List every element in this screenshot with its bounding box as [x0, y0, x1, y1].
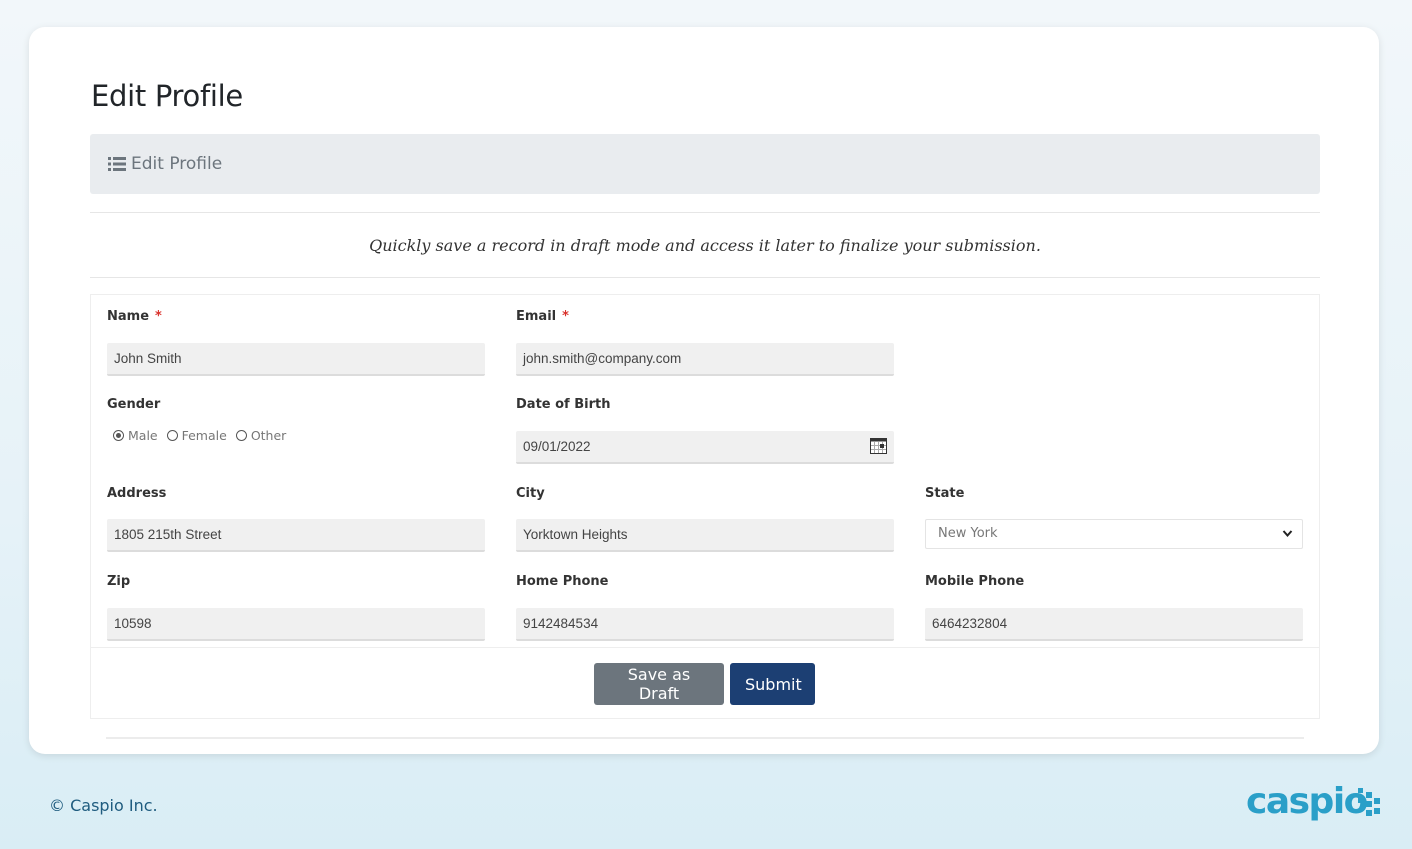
radio-unchecked-icon[interactable]	[235, 430, 247, 441]
email-label: Email *	[516, 309, 569, 324]
email-input[interactable]: john.smith@company.com	[516, 343, 894, 376]
state-select[interactable]: New York	[925, 519, 1303, 549]
logo-dots-icon	[1358, 788, 1380, 816]
state-selected-value: New York	[938, 526, 998, 541]
radio-label: Female	[181, 428, 227, 443]
address-input[interactable]: 1805 215th Street	[107, 519, 485, 552]
gender-radio-group: Male Female Other	[113, 428, 295, 443]
panel-title: Edit Profile	[131, 154, 223, 174]
state-label: State	[925, 486, 965, 501]
email-label-text: Email	[516, 309, 557, 324]
radio-label: Male	[128, 428, 158, 443]
gender-label: Gender	[107, 397, 161, 412]
panel-header: Edit Profile	[90, 134, 1320, 194]
city-input[interactable]: Yorktown Heights	[516, 519, 894, 552]
address-label: Address	[107, 486, 167, 501]
required-marker: *	[562, 309, 569, 324]
submit-button[interactable]: Submit	[730, 663, 815, 705]
home-phone-input[interactable]: 9142484534	[516, 608, 894, 641]
mobile-phone-input[interactable]: 6464232804	[925, 608, 1303, 641]
page-title: Edit Profile	[91, 79, 243, 113]
divider	[106, 737, 1304, 739]
form-card: Edit Profile Edit Profile Quickly save a…	[29, 27, 1379, 754]
gender-radio-other[interactable]: Other	[235, 428, 287, 443]
name-label-text: Name	[107, 309, 150, 324]
button-row: Save as Draft Submit	[90, 647, 1320, 720]
footer-copyright: © Caspio Inc.	[49, 796, 158, 815]
radio-checked-icon[interactable]	[113, 430, 124, 441]
intro-text: Quickly save a record in draft mode and …	[90, 212, 1320, 278]
zip-label: Zip	[107, 574, 131, 589]
dob-input[interactable]: 09/01/2022	[516, 431, 894, 464]
name-label: Name *	[107, 309, 162, 324]
radio-label: Other	[250, 428, 287, 443]
list-icon	[108, 157, 126, 171]
calendar-icon[interactable]	[870, 438, 887, 454]
zip-input[interactable]: 10598	[107, 608, 485, 641]
caspio-logo[interactable]: caspio	[1246, 780, 1382, 826]
gender-radio-male[interactable]: Male	[113, 428, 158, 443]
mobile-phone-label: Mobile Phone	[925, 574, 1025, 589]
dob-label: Date of Birth	[516, 397, 611, 412]
chevron-down-icon	[1282, 530, 1293, 538]
name-input[interactable]: John Smith	[107, 343, 485, 376]
city-label: City	[516, 486, 545, 501]
home-phone-label: Home Phone	[516, 574, 609, 589]
gender-radio-female[interactable]: Female	[166, 428, 227, 443]
save-draft-button[interactable]: Save as Draft	[594, 663, 724, 705]
required-marker: *	[155, 309, 162, 324]
dob-value: 09/01/2022	[523, 439, 591, 454]
radio-unchecked-icon[interactable]	[166, 430, 178, 441]
logo-text: caspio	[1246, 781, 1368, 822]
